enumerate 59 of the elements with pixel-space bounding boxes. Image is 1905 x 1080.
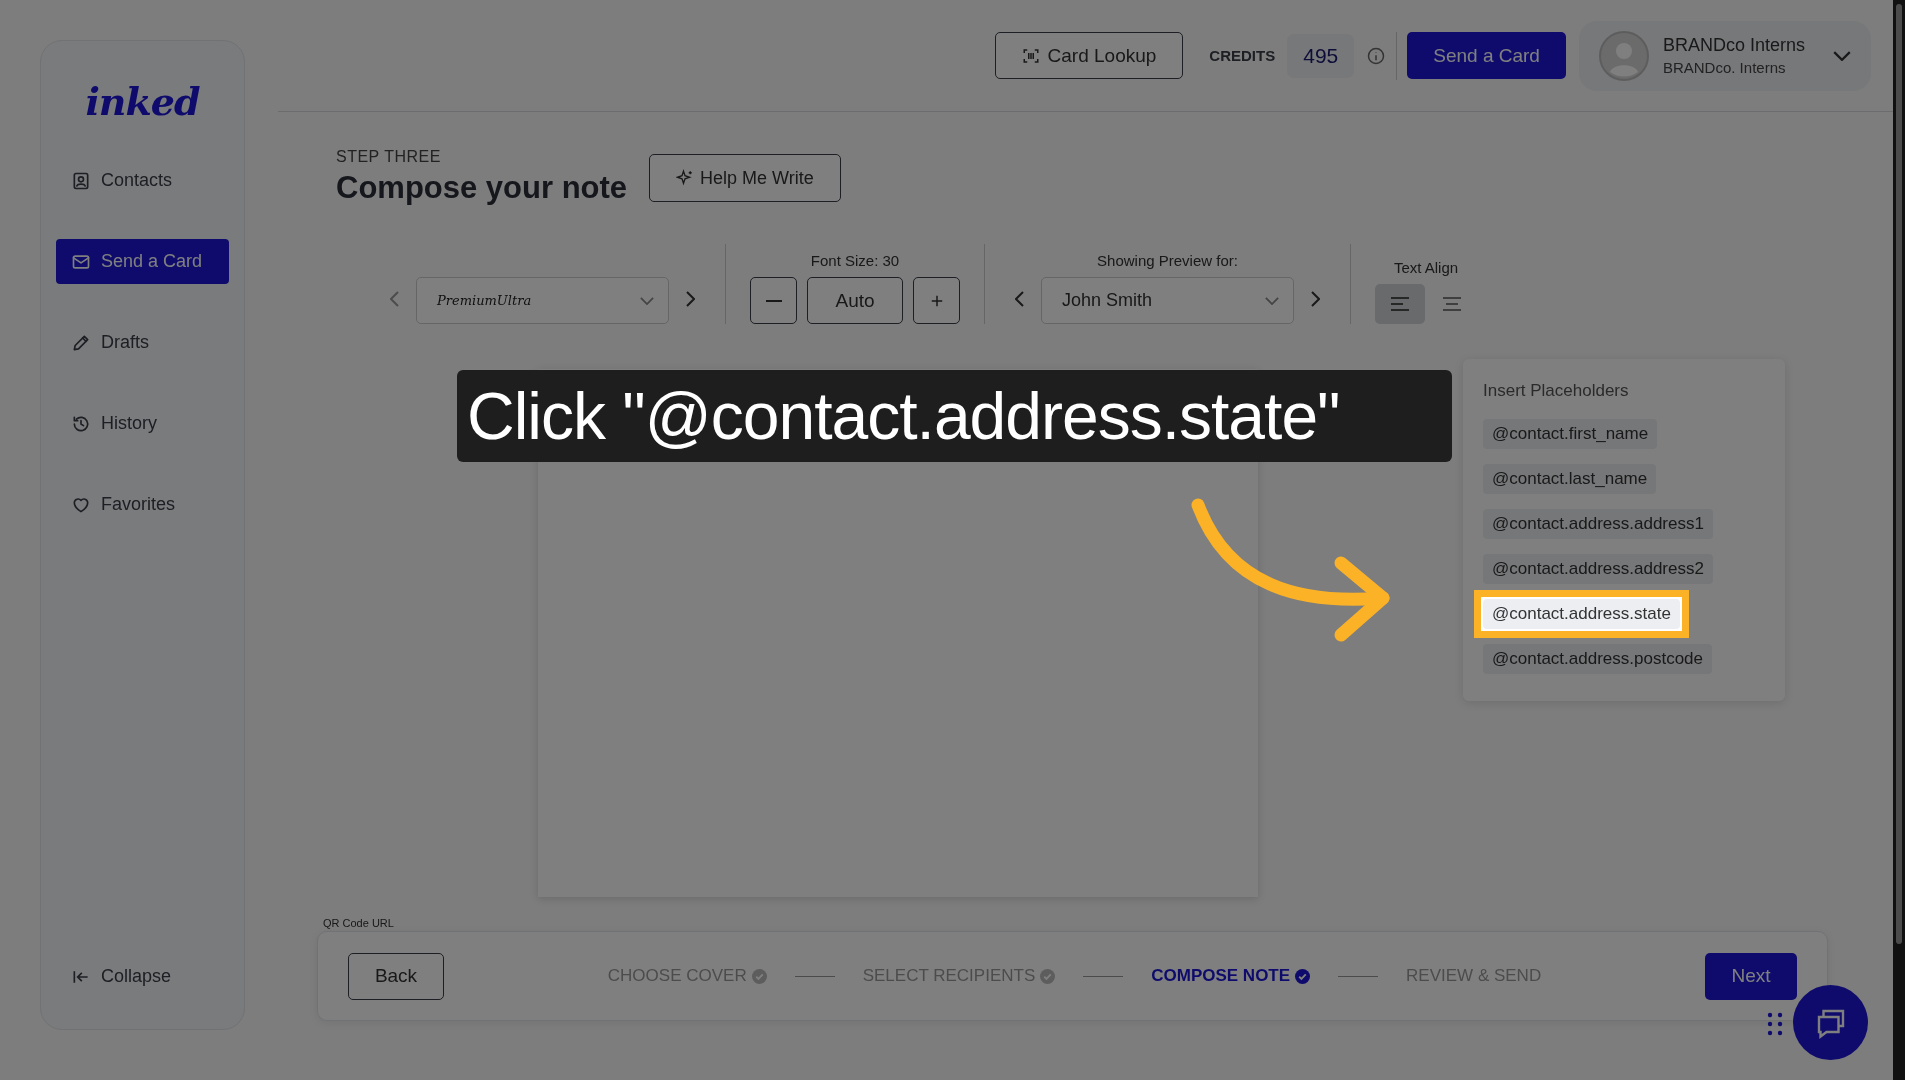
sidebar-item[interactable]: Contacts xyxy=(56,158,229,203)
align-left-button[interactable] xyxy=(1375,284,1425,324)
send-card-button[interactable]: Send a Card xyxy=(1407,32,1566,79)
placeholder-chip[interactable]: @contact.address.postcode xyxy=(1483,644,1712,674)
info-icon[interactable] xyxy=(1366,45,1387,66)
placeholder-chip[interactable]: @contact.first_name xyxy=(1483,419,1658,449)
help-me-write-button[interactable]: Help Me Write xyxy=(649,154,841,202)
align-center-icon xyxy=(1441,297,1463,311)
credits-label: CREDITS xyxy=(1209,47,1276,64)
placeholder-chip[interactable]: @contact.address.address1 xyxy=(1483,509,1713,539)
avatar-icon xyxy=(1598,30,1649,81)
logo: inked xyxy=(85,79,200,124)
step-label: STEP THREE xyxy=(336,148,442,166)
check-icon xyxy=(1295,968,1311,984)
contacts-icon xyxy=(71,170,91,191)
check-icon xyxy=(1040,968,1056,984)
qr-code-label: QR Code URL xyxy=(323,917,395,929)
drag-handle-icon[interactable] xyxy=(1767,1012,1783,1036)
caret-icon xyxy=(640,296,654,305)
chevron-left-icon xyxy=(390,291,400,307)
font-size-label: Font Size: 30 xyxy=(810,252,900,269)
pencil-icon xyxy=(71,332,91,353)
chevron-right-icon xyxy=(685,291,695,307)
organization-name: BRANDco. Interns xyxy=(1662,59,1787,76)
step-tab[interactable]: COMPOSE NOTE xyxy=(1151,966,1311,986)
page-title: Compose your note xyxy=(336,170,628,206)
caret-icon xyxy=(1833,50,1851,61)
increase-button[interactable] xyxy=(913,277,960,324)
sidebar-item[interactable]: Send a Card xyxy=(56,239,229,284)
minus-icon xyxy=(765,299,782,302)
placeholder-chip[interactable]: @contact.address.state xyxy=(1483,599,1680,629)
collapse-button[interactable]: Collapse xyxy=(56,954,229,999)
sidebar-item[interactable]: Drafts xyxy=(56,320,229,365)
caret-icon xyxy=(1265,296,1279,305)
decrease-button[interactable] xyxy=(750,277,797,324)
card-lookup-button[interactable]: Card Lookup xyxy=(994,32,1184,79)
preview-label: Showing Preview for: xyxy=(1097,252,1238,269)
scrollbar[interactable] xyxy=(1893,0,1905,1080)
sidebar-item[interactable]: Favorites xyxy=(56,482,229,527)
tutorial-callout: Click "@contact.address.state" xyxy=(457,370,1452,462)
user-name: BRANDco Interns xyxy=(1662,35,1805,56)
credits-count: 495 xyxy=(1287,33,1355,78)
contact-dropdown[interactable]: John Smith xyxy=(1041,277,1294,324)
sparkle-icon xyxy=(676,169,695,187)
panel-title: Insert Placeholders xyxy=(1483,381,1629,401)
back-button[interactable]: Back xyxy=(348,952,444,1000)
font-size-field[interactable]: Auto xyxy=(807,277,903,324)
chevron-right-icon xyxy=(1310,291,1320,307)
account-menu[interactable]: BRANDco Interns BRANDco. Interns xyxy=(1578,20,1871,91)
align-left-icon xyxy=(1389,297,1411,311)
placeholder-chip[interactable]: @contact.last_name xyxy=(1483,464,1657,494)
scan-icon xyxy=(1021,46,1040,65)
placeholder-chip[interactable]: @contact.address.address2 xyxy=(1483,554,1713,584)
text-align-label: Text Align xyxy=(1393,259,1459,276)
sidebar-item[interactable]: History xyxy=(56,401,229,446)
next-button[interactable]: Next xyxy=(1705,952,1797,1000)
font-dropdown[interactable]: PremiumUltra xyxy=(416,277,669,324)
check-icon xyxy=(751,968,767,984)
chevron-left-icon xyxy=(1015,291,1025,307)
